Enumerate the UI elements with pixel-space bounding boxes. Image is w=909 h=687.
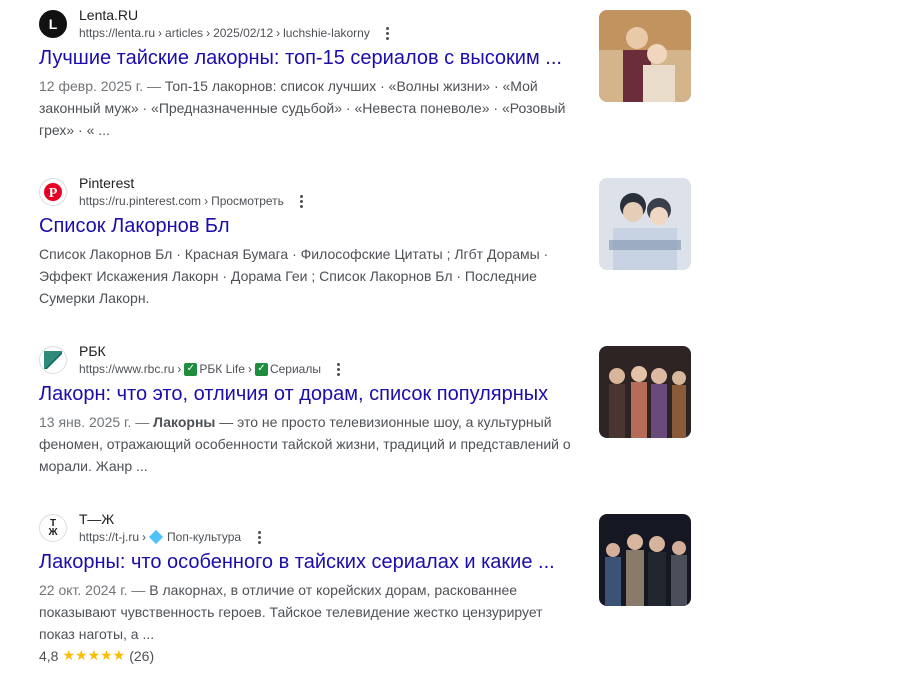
svg-text:P: P (49, 186, 58, 201)
result-title-link[interactable]: Лучшие тайские лакорны: топ-15 сериалов … (39, 45, 562, 71)
site-name: Т—Ж (79, 511, 115, 527)
result-url: https://t-j.ru › Поп-культура (79, 529, 267, 545)
lenta-logo-icon: L (39, 10, 67, 38)
thumbnail-image (599, 10, 691, 102)
site-name: Pinterest (79, 175, 135, 191)
rating-count: (26) (129, 647, 155, 664)
star-rating-icon: ★★★★★ (62, 647, 126, 663)
result-snippet: 22 окт. 2024 г. — В лакорнах, в отличие … (39, 582, 543, 642)
thumbnail-image (599, 346, 691, 438)
check-icon: ✓ (184, 362, 198, 376)
pinterest-logo-icon: P (39, 178, 67, 206)
result-url: https://lenta.ru › articles › 2025/02/12… (79, 25, 396, 41)
more-options-icon[interactable] (251, 529, 267, 545)
result-thumbnail[interactable] (599, 346, 691, 438)
site-name: РБК (79, 343, 106, 359)
more-options-icon[interactable] (380, 25, 396, 41)
site-name: Lenta.RU (79, 7, 139, 23)
tj-logo-icon: ТЖ (39, 514, 67, 542)
result-snippet: 13 янв. 2025 г. — Лакорны — это не прост… (39, 414, 571, 474)
rating-value: 4,8 (39, 647, 59, 664)
result-url: https://www.rbc.ru › ✓ РБК Life › ✓ Сери… (79, 361, 347, 377)
more-options-icon[interactable] (331, 361, 347, 377)
rating: 4,8 ★★★★★ (26) (39, 647, 154, 664)
result-snippet: 12 февр. 2025 г. — Топ-15 лакорнов: спис… (39, 78, 566, 138)
result-url: https://ru.pinterest.com › Просмотреть (79, 193, 310, 209)
more-options-icon[interactable] (294, 193, 310, 209)
thumbnail-image (599, 178, 691, 270)
rbc-logo-icon (39, 346, 67, 374)
result-title-link[interactable]: Лакорны: что особенного в тайских сериал… (39, 549, 555, 575)
result-title-link[interactable]: Список Лакорнов Бл (39, 213, 230, 239)
result-thumbnail[interactable] (599, 178, 691, 270)
result-thumbnail[interactable] (599, 514, 691, 606)
check-icon: ✓ (254, 362, 268, 376)
result-thumbnail[interactable] (599, 10, 691, 102)
gem-icon (148, 529, 164, 545)
result-snippet: Список Лакорнов Бл · Красная Бумага · Фи… (39, 246, 549, 306)
thumbnail-image (599, 514, 691, 606)
result-title-link[interactable]: Лакорн: что это, отличия от дорам, списо… (39, 381, 548, 407)
